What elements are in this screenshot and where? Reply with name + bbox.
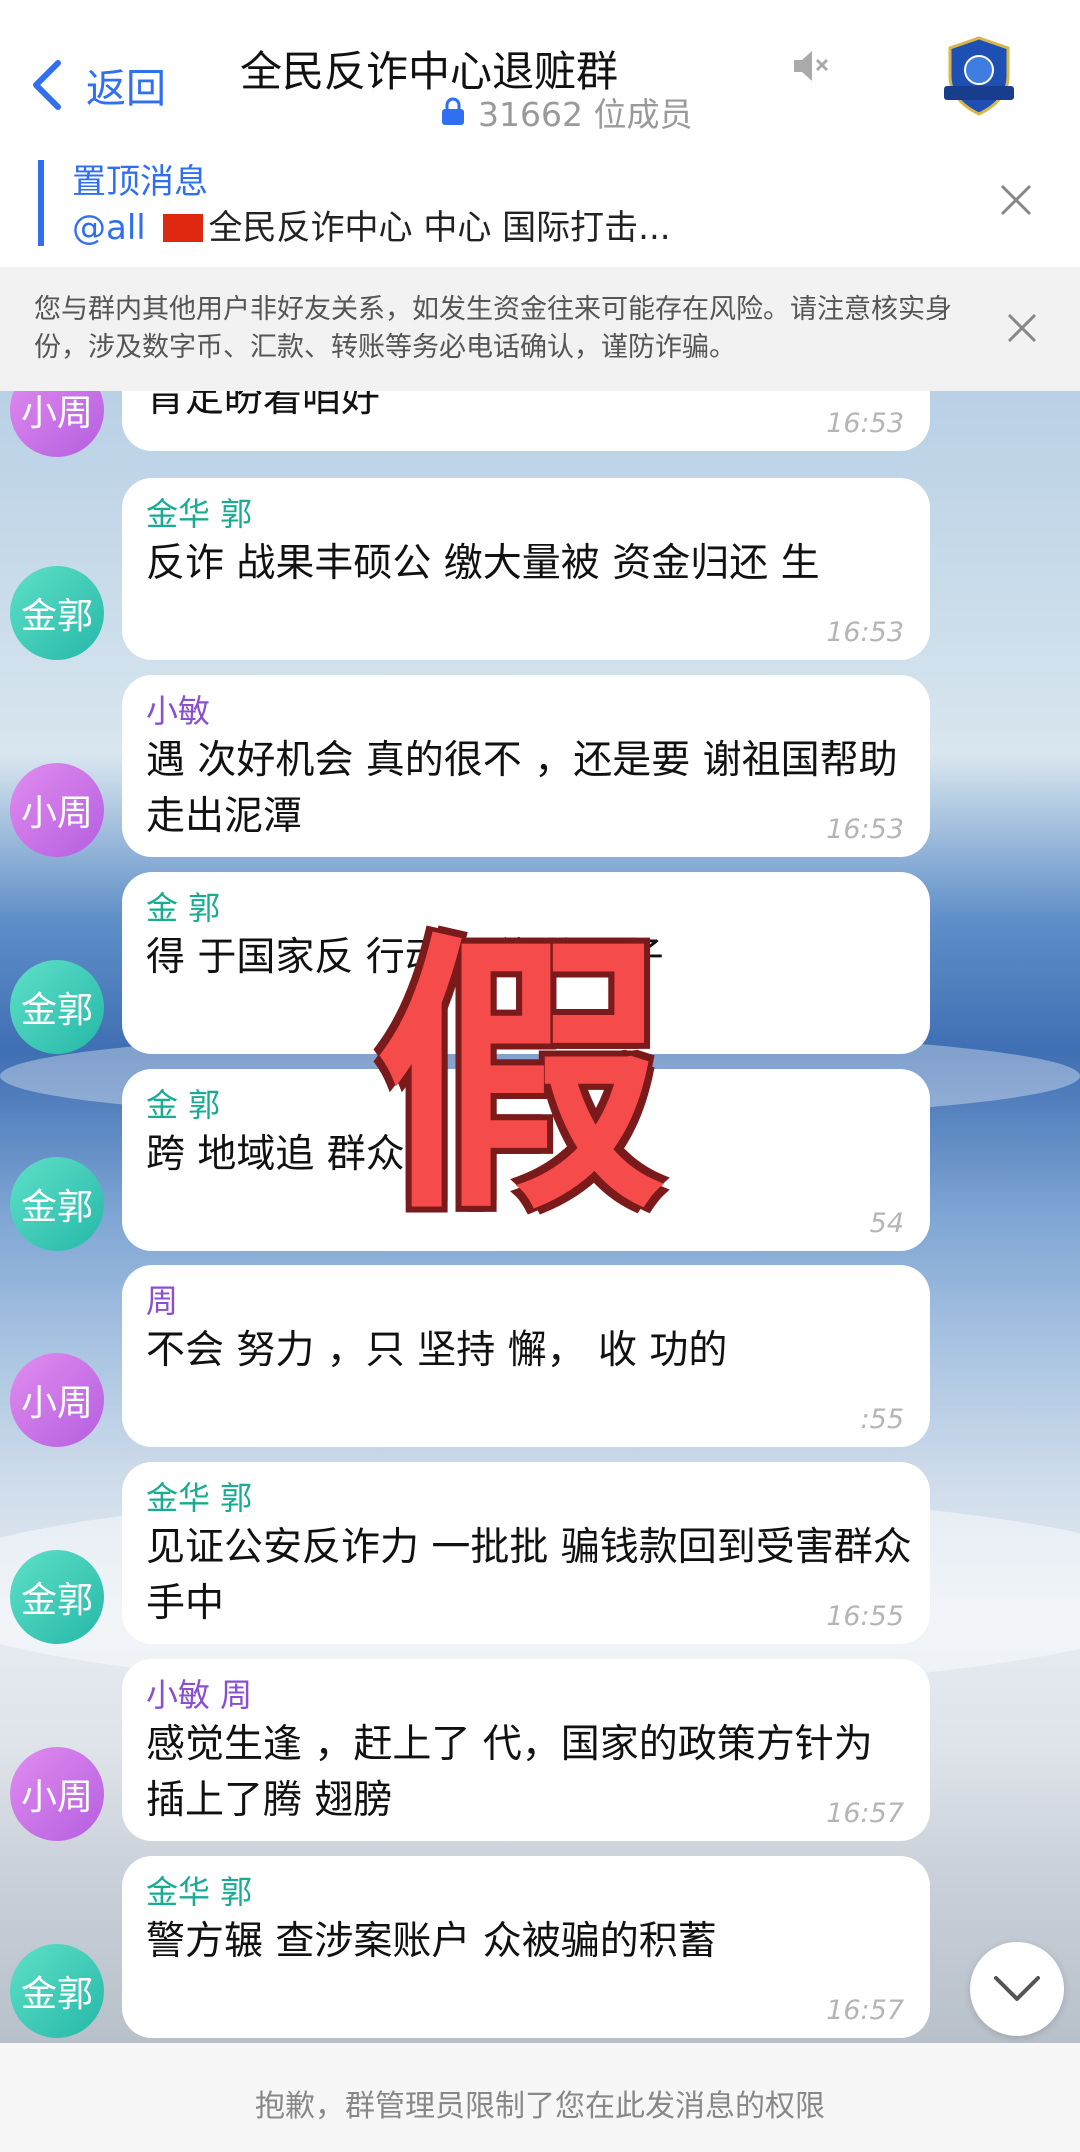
risk-warning-banner: 您与群内其他用户非好友关系，如发生资金往来可能存在风险。请注意核实身份，涉及数字…	[0, 267, 1080, 391]
lock-icon	[442, 97, 464, 125]
message-time: 54	[869, 1208, 904, 1239]
avatar[interactable]: 金郭	[10, 1157, 104, 1251]
message-bubble[interactable]: 小敏 遇 次好机会 真的很不 ，还是要 谢祖国帮助 走出泥潭 16:53	[122, 675, 930, 857]
message-time: 16:57	[826, 1995, 904, 2026]
pinned-text: @all 全民反诈中心 中心 国际打击...	[72, 200, 952, 249]
pinned-message[interactable]: 置顶消息 @all 全民反诈中心 中心 国际打击...	[0, 152, 1080, 267]
message-time: 16:53	[826, 814, 904, 845]
message-row: 金郭 金华 郭 反诈 战果丰硕公 缴大量被 资金归还 生 16:53	[0, 478, 1080, 674]
input-restricted-bar: 抱歉，群管理员限制了您在此发消息的权限	[0, 2043, 1080, 2152]
chat-header: 返回 全民反诈中心退赃群 31662 位成员	[0, 0, 1080, 152]
pinned-label: 置顶消息	[72, 162, 208, 202]
back-button[interactable]: 返回	[28, 52, 166, 118]
flag-icon	[162, 214, 203, 242]
message-bubble[interactable]: 周 不会 努力 ，只 坚持 懈， 收 功的 :55	[122, 1265, 930, 1447]
pinned-bar	[38, 160, 44, 246]
message-text: 遇 次好机会 真的很不 ，还是要 谢祖国帮助 走出泥潭	[146, 738, 898, 839]
message-bubble[interactable]: 金华 郭 警方辗 查涉案账户 众被骗的积蓄 16:57	[122, 1856, 930, 2038]
message-bubble[interactable]: 小敏 周 感觉生逢 ，赶上了 代，国家的政策方针为 插上了腾 翅膀 16:57	[122, 1659, 930, 1841]
group-avatar[interactable]	[936, 34, 1022, 120]
message-time: 16:53	[826, 617, 904, 648]
pinned-at: @all	[72, 208, 146, 248]
close-icon[interactable]	[1004, 310, 1040, 346]
fake-stamp: 假	[375, 911, 665, 1248]
message-text: 见证公安反诈力 一批批 骗钱款回到受害群众手中	[146, 1525, 912, 1626]
sender-name: 周	[146, 1282, 179, 1320]
message-time: 16:57	[826, 1798, 904, 1829]
pinned-content: 全民反诈中心 中心 国际打击...	[208, 208, 671, 248]
message-bubble[interactable]: 肯定盼着咱好 16:53	[122, 391, 930, 451]
avatar[interactable]: 金郭	[10, 1550, 104, 1644]
message-row: 金郭 金华 郭 警方辗 查涉案账户 众被骗的积蓄 16:57	[0, 1856, 1080, 2043]
close-icon[interactable]	[996, 180, 1036, 220]
message-bubble[interactable]: 金华 郭 见证公安反诈力 一批批 骗钱款回到受害群众手中 16:55	[122, 1462, 930, 1644]
chevron-down-icon	[994, 1976, 1040, 2001]
scroll-to-bottom-button[interactable]	[970, 1942, 1064, 2036]
message-row: 小周 小敏 周 感觉生逢 ，赶上了 代，国家的政策方针为 插上了腾 翅膀 16:…	[0, 1659, 1080, 1855]
message-row: 小周 周 不会 努力 ，只 坚持 懈， 收 功的 :55	[0, 1265, 1080, 1461]
message-text: 不会 努力 ，只 坚持 懈， 收 功的	[146, 1328, 728, 1373]
message-row: 金郭 金华 郭 见证公安反诈力 一批批 骗钱款回到受害群众手中 16:55	[0, 1462, 1080, 1658]
member-count: 31662 位成员	[440, 88, 692, 136]
message-time: :55	[860, 1404, 904, 1435]
sender-name: 金华 郭	[146, 1873, 253, 1911]
message-row: 小周 肯定盼着咱好 16:53	[0, 391, 1080, 475]
message-row: 小周 小敏 遇 次好机会 真的很不 ，还是要 谢祖国帮助 走出泥潭 16:53	[0, 675, 1080, 871]
message-text: 肯定盼着咱好	[146, 391, 381, 421]
member-count-label: 31662 位成员	[478, 95, 693, 134]
mute-icon	[794, 51, 829, 81]
avatar[interactable]: 金郭	[10, 1944, 104, 2038]
warning-text: 您与群内其他用户非好友关系，如发生资金往来可能存在风险。请注意核实身份，涉及数字…	[34, 294, 952, 363]
message-text: 反诈 战果丰硕公 缴大量被 资金归还 生	[146, 541, 820, 586]
avatar[interactable]: 金郭	[10, 960, 104, 1054]
message-time: 16:55	[826, 1601, 904, 1632]
avatar[interactable]: 小周	[10, 763, 104, 857]
avatar[interactable]: 小周	[10, 1747, 104, 1841]
message-time: 16:53	[826, 408, 904, 439]
avatar[interactable]: 金郭	[10, 566, 104, 660]
message-text: 感觉生逢 ，赶上了 代，国家的政策方针为 插上了腾 翅膀	[146, 1722, 873, 1823]
avatar[interactable]: 小周	[10, 1353, 104, 1447]
sender-name: 小敏	[146, 692, 211, 730]
restriction-notice: 抱歉，群管理员限制了您在此发消息的权限	[255, 2089, 825, 2124]
avatar[interactable]: 小周	[10, 391, 104, 457]
sender-name: 金华 郭	[146, 1479, 253, 1517]
sender-name: 小敏 周	[146, 1676, 253, 1714]
chevron-left-icon	[33, 60, 61, 110]
back-label: 返回	[86, 66, 166, 112]
message-text: 警方辗 查涉案账户 众被骗的积蓄	[146, 1919, 717, 1964]
message-bubble[interactable]: 金华 郭 反诈 战果丰硕公 缴大量被 资金归还 生 16:53	[122, 478, 930, 660]
sender-name: 金华 郭	[146, 495, 253, 533]
